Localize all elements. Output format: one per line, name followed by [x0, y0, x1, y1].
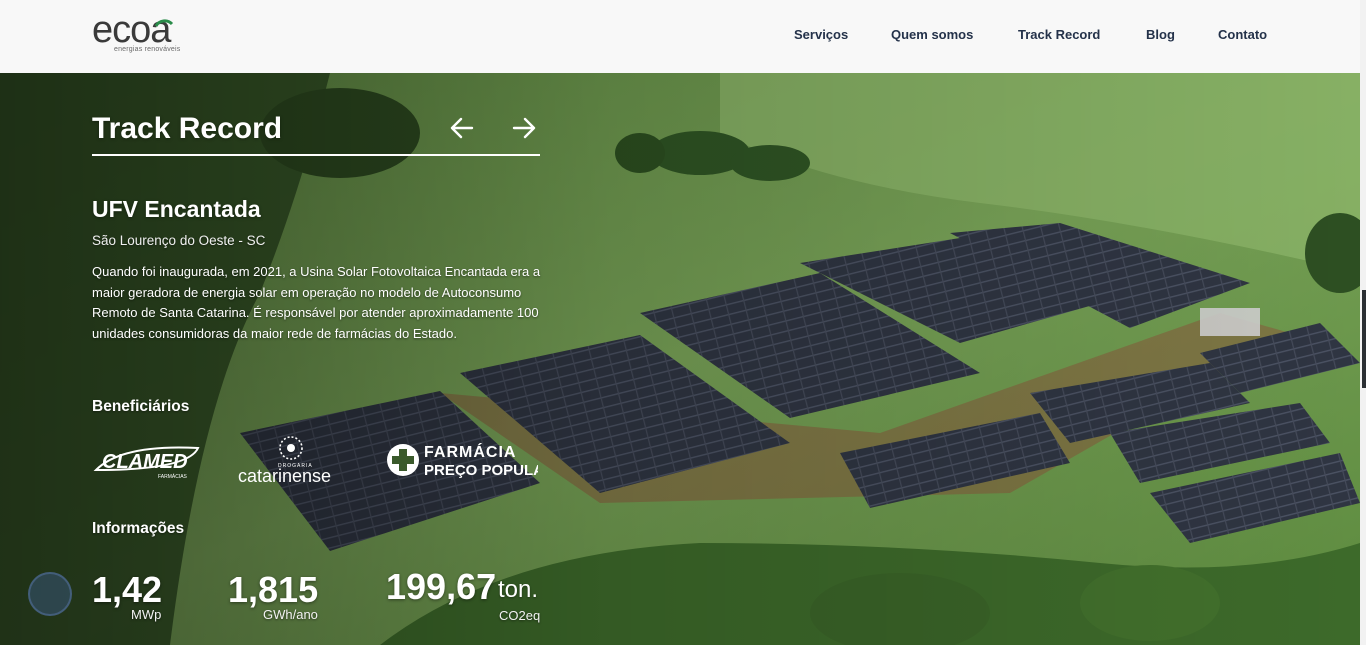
- svg-text:FARMÁCIAS: FARMÁCIAS: [158, 473, 188, 480]
- beneficiaries-heading: Beneficiários: [92, 398, 190, 415]
- site-header: ecoa energias renováveis Serviços Quem s…: [0, 0, 1360, 73]
- accessibility-widget-icon[interactable]: [28, 572, 72, 616]
- track-record-section: Track Record UFV Encantada São Lourenço …: [0, 0, 1360, 645]
- title-divider: [92, 154, 540, 156]
- project-name: UFV Encantada: [92, 196, 261, 222]
- svg-text:PREÇO POPULAR: PREÇO POPULAR: [424, 462, 538, 479]
- nav-track-record[interactable]: Track Record: [1018, 27, 1100, 42]
- stat-power-value: 1,42: [92, 569, 163, 610]
- section-title: Track Record: [92, 112, 283, 145]
- stat-co2-value: 199,67: [386, 566, 497, 607]
- stat-co2-ton: ton.: [498, 576, 539, 603]
- nav-contato[interactable]: Contato: [1218, 27, 1267, 42]
- stat-co2-unit: CO2eq: [499, 608, 541, 623]
- ecoa-logo[interactable]: ecoa: [92, 6, 216, 62]
- project-description: Quando foi inaugurada, em 2021, a Usina …: [92, 264, 541, 341]
- nav-quem-somos[interactable]: Quem somos: [891, 27, 973, 42]
- scrollbar[interactable]: [1360, 0, 1366, 645]
- nav-servicos[interactable]: Serviços: [794, 27, 848, 42]
- logo-tagline: energias renováveis: [114, 46, 181, 53]
- arrow-right-icon[interactable]: [510, 114, 538, 142]
- stat-energy-value: 1,815: [228, 569, 319, 610]
- arrow-left-icon[interactable]: [448, 114, 476, 142]
- svg-text:catarinense: catarinense: [238, 466, 331, 486]
- scrollbar-thumb[interactable]: [1362, 290, 1366, 388]
- farmacia-preco-popular-logo: FARMÁCIA PREÇO POPULAR: [387, 442, 538, 479]
- stat-energy-unit: GWh/ano: [263, 607, 318, 622]
- stat-power-unit: MWp: [131, 607, 162, 622]
- project-location: São Lourenço do Oeste - SC: [92, 233, 266, 248]
- svg-text:FARMÁCIA: FARMÁCIA: [424, 442, 516, 461]
- svg-text:CLAMED: CLAMED: [102, 451, 188, 473]
- nav-blog[interactable]: Blog: [1146, 27, 1175, 42]
- drogaria-catarinense-logo: DROGARIA catarinense: [238, 436, 331, 486]
- svg-text:ecoa: ecoa: [92, 9, 172, 51]
- information-heading: Informações: [92, 520, 185, 537]
- clamed-logo: CLAMED FARMÁCIAS: [93, 446, 200, 480]
